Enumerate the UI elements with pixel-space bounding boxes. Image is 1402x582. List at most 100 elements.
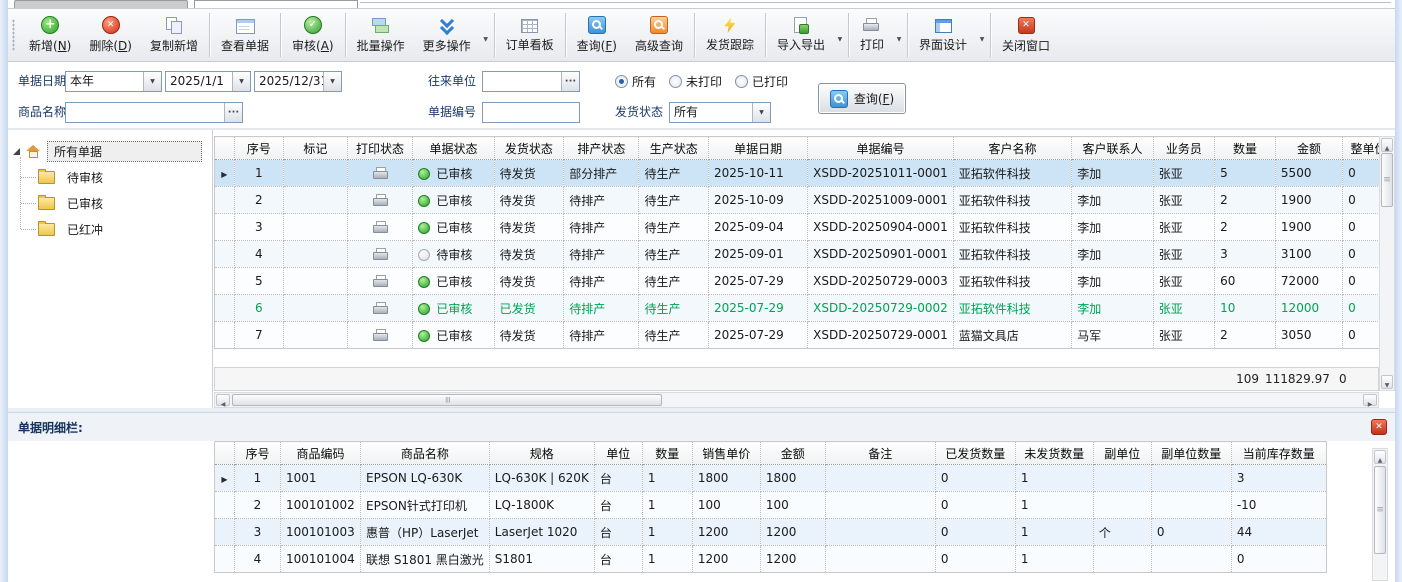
column-header[interactable]: 数量 bbox=[642, 442, 692, 465]
cell-customer[interactable]: 亚拓软件科技 bbox=[953, 295, 1071, 322]
cell-qty[interactable]: 2 bbox=[1215, 322, 1276, 349]
more-actions-button[interactable]: 更多操作 bbox=[414, 11, 480, 59]
tree-expander-icon[interactable] bbox=[13, 148, 20, 155]
cell-salesman[interactable]: 张亚 bbox=[1153, 241, 1214, 268]
advanced-query-button[interactable]: 高级查询 bbox=[626, 11, 692, 59]
cell-date[interactable]: 2025-07-29 bbox=[708, 268, 807, 295]
radio-printed[interactable]: 已打印 bbox=[735, 73, 788, 90]
scroll-left-icon[interactable] bbox=[216, 394, 230, 406]
cell-subunit[interactable] bbox=[1093, 546, 1151, 573]
cell-code[interactable]: 100101003 bbox=[281, 519, 361, 546]
cell-date[interactable]: 2025-09-04 bbox=[708, 214, 807, 241]
cell-print[interactable] bbox=[347, 295, 413, 322]
cell-status[interactable]: 待审核 bbox=[413, 241, 494, 268]
cell-customer[interactable]: 亚拓软件科技 bbox=[953, 160, 1071, 187]
cell-spec[interactable]: LQ-630K | 620K bbox=[489, 465, 594, 492]
date-from-combo[interactable]: 2025/1/1 bbox=[165, 71, 251, 92]
cell-shipped[interactable]: 0 bbox=[935, 519, 1015, 546]
add-button[interactable]: 新增(N) bbox=[20, 11, 80, 59]
cell-subqty[interactable] bbox=[1151, 546, 1231, 573]
cell-code[interactable]: 1001 bbox=[281, 465, 361, 492]
cell-plan[interactable]: 待排产 bbox=[564, 322, 639, 349]
cell-plan[interactable]: 待排产 bbox=[564, 295, 639, 322]
ellipsis-lookup-icon[interactable] bbox=[224, 103, 242, 122]
cell-seq[interactable]: 1 bbox=[234, 160, 283, 187]
cell-no[interactable]: XSDD-20251009-0001 bbox=[808, 187, 954, 214]
cell-contact[interactable]: 李加 bbox=[1072, 187, 1154, 214]
table-row[interactable]: 7已审核待发货待排产待生产2025-07-29XSDD-20250729-000… bbox=[215, 322, 1395, 349]
cell-unit[interactable]: 台 bbox=[594, 492, 642, 519]
cell-prod[interactable]: 待生产 bbox=[639, 268, 709, 295]
scrollbar-thumb[interactable] bbox=[1381, 153, 1393, 207]
cell-plan[interactable]: 待排产 bbox=[564, 214, 639, 241]
cell-name[interactable]: 惠普（HP）LaserJet bbox=[361, 519, 490, 546]
column-header[interactable]: 已发货数量 bbox=[935, 442, 1015, 465]
orders-vertical-scrollbar[interactable] bbox=[1379, 136, 1395, 391]
cell-subunit[interactable]: 个 bbox=[1093, 519, 1151, 546]
column-header[interactable]: 单据编号 bbox=[808, 137, 954, 160]
cell-date[interactable]: 2025-07-29 bbox=[708, 295, 807, 322]
view-document-button[interactable]: 查看单据 bbox=[212, 11, 278, 59]
cell-print[interactable] bbox=[347, 187, 413, 214]
cell-qty[interactable]: 60 bbox=[1215, 268, 1276, 295]
cell-plan[interactable]: 待排产 bbox=[564, 268, 639, 295]
cell-date[interactable]: 2025-10-11 bbox=[708, 160, 807, 187]
cell-customer[interactable]: 亚拓软件科技 bbox=[953, 214, 1071, 241]
cell-amount[interactable]: 3050 bbox=[1275, 322, 1342, 349]
cell-qty[interactable]: 1 bbox=[642, 492, 692, 519]
column-header[interactable]: 未发货数量 bbox=[1015, 442, 1093, 465]
cell-seq[interactable]: 7 bbox=[234, 322, 283, 349]
cell-stock[interactable]: 0 bbox=[1231, 546, 1326, 573]
cell-salesman[interactable]: 张亚 bbox=[1153, 214, 1214, 241]
cell-no[interactable]: XSDD-20251011-0001 bbox=[808, 160, 954, 187]
cell-qty[interactable]: 2 bbox=[1215, 214, 1276, 241]
cell-amount[interactable]: 3100 bbox=[1275, 241, 1342, 268]
cell-customer[interactable]: 蓝猫文具店 bbox=[953, 322, 1071, 349]
search-button[interactable]: 查询(F) bbox=[818, 83, 906, 114]
cell-contact[interactable]: 李加 bbox=[1072, 295, 1154, 322]
column-header[interactable]: 金额 bbox=[1275, 137, 1342, 160]
column-header[interactable]: 副单位数量 bbox=[1151, 442, 1231, 465]
cell-amount[interactable]: 1900 bbox=[1275, 187, 1342, 214]
cell-ship[interactable]: 待发货 bbox=[494, 322, 564, 349]
cell-salesman[interactable]: 张亚 bbox=[1153, 295, 1214, 322]
cell-seq[interactable]: 6 bbox=[234, 295, 283, 322]
cell-salesman[interactable]: 张亚 bbox=[1153, 160, 1214, 187]
cell-mark[interactable] bbox=[283, 214, 347, 241]
cell-unit[interactable]: 台 bbox=[594, 465, 642, 492]
cell-prod[interactable]: 待生产 bbox=[639, 160, 709, 187]
column-header[interactable]: 客户名称 bbox=[953, 137, 1071, 160]
cell-name[interactable]: 联想 S1801 黑白激光 bbox=[361, 546, 490, 573]
order-board-button[interactable]: 订单看板 bbox=[497, 11, 563, 59]
query-button[interactable]: 查询(F) bbox=[568, 11, 626, 59]
column-header[interactable]: 副单位 bbox=[1093, 442, 1151, 465]
cell-price[interactable]: 100 bbox=[692, 492, 760, 519]
cell-qty[interactable]: 1 bbox=[642, 546, 692, 573]
detail-vertical-scrollbar[interactable] bbox=[1372, 448, 1388, 581]
table-row[interactable]: 4待审核待发货待排产待生产2025-09-01XSDD-20250901-000… bbox=[215, 241, 1395, 268]
cell-no[interactable]: XSDD-20250729-0001 bbox=[808, 322, 954, 349]
cell-contact[interactable]: 李加 bbox=[1072, 241, 1154, 268]
cell-no[interactable]: XSDD-20250729-0003 bbox=[808, 268, 954, 295]
column-header[interactable]: 规格 bbox=[489, 442, 594, 465]
cell-salesman[interactable]: 张亚 bbox=[1153, 187, 1214, 214]
tree-node-audited[interactable]: 已审核 bbox=[38, 190, 212, 216]
tree-node-all-documents[interactable]: 所有单据 bbox=[8, 138, 212, 164]
close-window-button[interactable]: 关闭窗口 bbox=[993, 11, 1059, 59]
cell-seq[interactable]: 5 bbox=[234, 268, 283, 295]
cell-ship[interactable]: 待发货 bbox=[494, 160, 564, 187]
ellipsis-lookup-icon[interactable] bbox=[561, 72, 579, 91]
cell-salesman[interactable]: 张亚 bbox=[1153, 268, 1214, 295]
cell-subqty[interactable]: 0 bbox=[1151, 519, 1231, 546]
column-header[interactable]: 单据状态 bbox=[413, 137, 494, 160]
cell-seq[interactable]: 1 bbox=[235, 465, 281, 492]
table-row[interactable]: 4100101004联想 S1801 黑白激光S1801台11200120001… bbox=[215, 546, 1327, 573]
audit-button[interactable]: 审核(A) bbox=[283, 11, 343, 59]
column-header[interactable]: 金额 bbox=[760, 442, 825, 465]
cell-status[interactable]: 已审核 bbox=[413, 187, 494, 214]
column-header[interactable]: 打印状态 bbox=[347, 137, 413, 160]
table-row[interactable]: 2已审核待发货待排产待生产2025-10-09XSDD-20251009-000… bbox=[215, 187, 1395, 214]
chevron-down-icon[interactable] bbox=[834, 20, 846, 50]
cell-shipped[interactable]: 0 bbox=[935, 546, 1015, 573]
cell-date[interactable]: 2025-10-09 bbox=[708, 187, 807, 214]
